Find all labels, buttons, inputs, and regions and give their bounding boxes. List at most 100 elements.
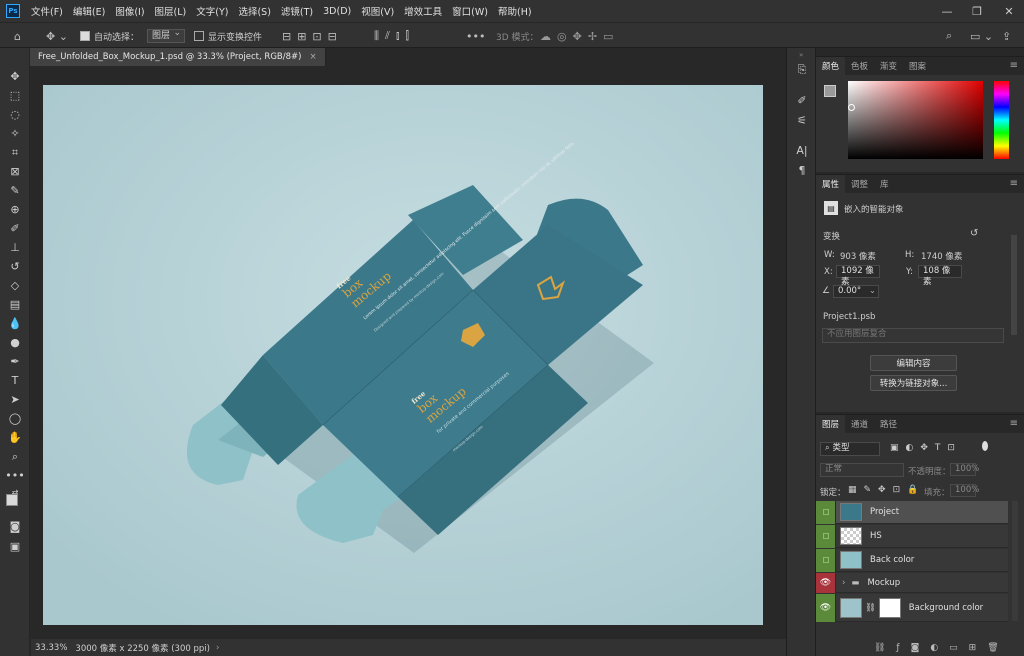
blur-tool-icon[interactable]: 💧 <box>4 315 26 332</box>
more-options-icon[interactable]: ••• <box>466 28 485 44</box>
crop-tool-icon[interactable]: ⌗ <box>4 144 26 161</box>
zoom-tool-icon[interactable]: ⌕ <box>4 448 26 465</box>
hue-slider[interactable] <box>994 81 1009 159</box>
screen-mode-icon[interactable]: ▣ <box>4 538 26 555</box>
workspace-icon[interactable]: ▭ ⌄ <box>970 28 993 44</box>
paragraph-panel-icon[interactable]: ¶ <box>793 162 811 178</box>
close-window-icon[interactable]: ✕ <box>994 0 1024 22</box>
align-icons[interactable]: ⊟⊞⊡⊟ <box>282 28 343 44</box>
layer-row-background-color[interactable]: 👁 ⛓ Background color <box>816 593 1008 622</box>
layer-row-project[interactable]: Project <box>816 500 1008 524</box>
tab-libraries[interactable]: 库 <box>874 175 895 193</box>
reset-transform-icon[interactable]: ↺ <box>970 228 978 239</box>
menu-help[interactable]: 帮助(H) <box>493 4 537 18</box>
auto-select-checkbox[interactable] <box>80 31 90 41</box>
menu-3d[interactable]: 3D(D) <box>318 6 356 17</box>
pen-tool-icon[interactable]: ✒ <box>4 353 26 370</box>
opacity-field[interactable]: 100% <box>950 463 979 476</box>
layer-filter-dropdown[interactable]: ⌕ 类型 <box>820 442 880 456</box>
eye-icon[interactable]: 👁 <box>816 572 836 593</box>
panel-menu-icon[interactable]: ≡ <box>1010 178 1018 189</box>
layer-row-mockup-group[interactable]: 👁 › ▬ Mockup <box>816 572 1008 593</box>
show-transform-checkbox[interactable] <box>194 31 204 41</box>
link-icon[interactable]: ⛓ <box>865 603 876 613</box>
more-tools-icon[interactable]: ••• <box>4 467 26 484</box>
y-position-field[interactable]: 108 像素 <box>918 265 962 287</box>
panel-menu-icon[interactable]: ≡ <box>1010 60 1018 71</box>
history-brush-icon[interactable]: ↺ <box>4 258 26 275</box>
blend-mode-dropdown[interactable]: 正常 <box>820 463 904 477</box>
show-transform-toggle[interactable]: 显示变换控件 <box>194 28 262 44</box>
3d-mode-icons[interactable]: ☁◎✥✢▭ <box>540 28 619 44</box>
auto-select-dropdown[interactable]: 图层 <box>147 27 186 43</box>
auto-select-toggle[interactable]: 自动选择： <box>80 28 139 44</box>
eyedropper-icon[interactable]: ✎ <box>4 182 26 199</box>
character-panel-icon[interactable]: A| <box>793 142 811 158</box>
tab-adjustments[interactable]: 调整 <box>845 175 874 193</box>
close-tab-icon[interactable]: × <box>309 52 316 62</box>
collapse-icon[interactable]: » <box>799 51 803 59</box>
tab-layers[interactable]: 图层 <box>816 415 846 433</box>
zoom-level[interactable]: 33.33% <box>35 643 67 653</box>
search-icon[interactable]: ⌕ <box>946 28 952 44</box>
menu-type[interactable]: 文字(Y) <box>191 4 233 18</box>
status-expand-icon[interactable]: › <box>216 643 219 653</box>
color-field[interactable] <box>848 81 983 159</box>
color-picker-handle[interactable] <box>848 104 855 111</box>
maximize-icon[interactable]: ❐ <box>962 0 992 22</box>
shape-tool-icon[interactable]: ◯ <box>4 410 26 427</box>
path-selection-icon[interactable]: ➤ <box>4 391 26 408</box>
tab-swatches[interactable]: 色板 <box>845 57 874 75</box>
menu-filter[interactable]: 滤镜(T) <box>276 4 318 18</box>
brush-settings-icon[interactable]: ✐ <box>793 92 811 108</box>
share-icon[interactable]: ⇪ <box>1002 28 1011 44</box>
stamp-tool-icon[interactable]: ⊥ <box>4 239 26 256</box>
menu-window[interactable]: 窗口(W) <box>447 4 493 18</box>
width-value[interactable]: 903 像素 <box>840 250 876 262</box>
move-tool-icon[interactable]: ✥ <box>4 68 26 85</box>
height-value[interactable]: 1740 像素 <box>921 250 962 262</box>
history-panel-icon[interactable]: ⎘ <box>793 62 811 78</box>
panel-menu-icon[interactable]: ≡ <box>1010 418 1018 429</box>
visibility-toggle-off[interactable] <box>816 500 836 524</box>
menu-view[interactable]: 视图(V) <box>356 4 399 18</box>
fill-field[interactable]: 100% <box>950 484 979 497</box>
visibility-toggle-off[interactable] <box>816 548 836 572</box>
menu-image[interactable]: 图像(I) <box>110 4 149 18</box>
properties-scrollbar[interactable] <box>1011 235 1017 335</box>
layer-row-back-color[interactable]: Back color <box>816 548 1008 572</box>
layer-filter-icons[interactable]: ▣◐✥T⊡ <box>890 443 962 453</box>
chevron-right-icon[interactable]: › <box>842 578 845 588</box>
menu-layer[interactable]: 图层(L) <box>150 4 192 18</box>
frame-tool-icon[interactable]: ⊠ <box>4 163 26 180</box>
tab-patterns[interactable]: 图案 <box>903 57 932 75</box>
move-tool-preset-icon[interactable]: ✥ ⌄ <box>46 28 68 44</box>
color-fg-swatch[interactable] <box>824 85 836 97</box>
tab-properties[interactable]: 属性 <box>816 175 846 193</box>
type-tool-icon[interactable]: T <box>4 372 26 389</box>
healing-brush-icon[interactable]: ⊕ <box>4 201 26 218</box>
filter-toggle-icon[interactable] <box>982 441 988 451</box>
layer-actions-bar[interactable]: ⛓ƒ◙◐▭⊞🗑 <box>816 639 1024 656</box>
magic-wand-icon[interactable]: ✧ <box>4 125 26 142</box>
minimize-icon[interactable]: — <box>932 0 962 22</box>
tab-gradients[interactable]: 渐变 <box>874 57 903 75</box>
tab-channels[interactable]: 通道 <box>845 415 874 433</box>
visibility-toggle-off[interactable] <box>816 524 836 548</box>
angle-field[interactable]: 0.00° ⌄ <box>833 285 879 298</box>
document-canvas[interactable]: free box mockup Lorem ipsum dolor sit am… <box>43 85 763 625</box>
dodge-tool-icon[interactable]: ● <box>4 334 26 351</box>
menu-edit[interactable]: 编辑(E) <box>68 4 110 18</box>
foreground-color-swatch[interactable] <box>6 494 18 506</box>
hand-tool-icon[interactable]: ✋ <box>4 429 26 446</box>
edit-contents-button[interactable]: 编辑内容 <box>870 355 957 371</box>
document-tab[interactable]: Free_Unfolded_Box_Mockup_1.psd @ 33.3% (… <box>30 48 326 66</box>
layer-row-hs[interactable]: HS <box>816 524 1008 548</box>
menu-select[interactable]: 选择(S) <box>233 4 275 18</box>
eye-icon[interactable]: 👁 <box>816 593 836 622</box>
lock-icons[interactable]: ▦✎✥⊡🔒 <box>848 485 925 495</box>
eraser-tool-icon[interactable]: ◇ <box>4 277 26 294</box>
marquee-tool-icon[interactable]: ⬚ <box>4 87 26 104</box>
brush-tool-icon[interactable]: ✐ <box>4 220 26 237</box>
tab-color[interactable]: 颜色 <box>816 57 846 75</box>
